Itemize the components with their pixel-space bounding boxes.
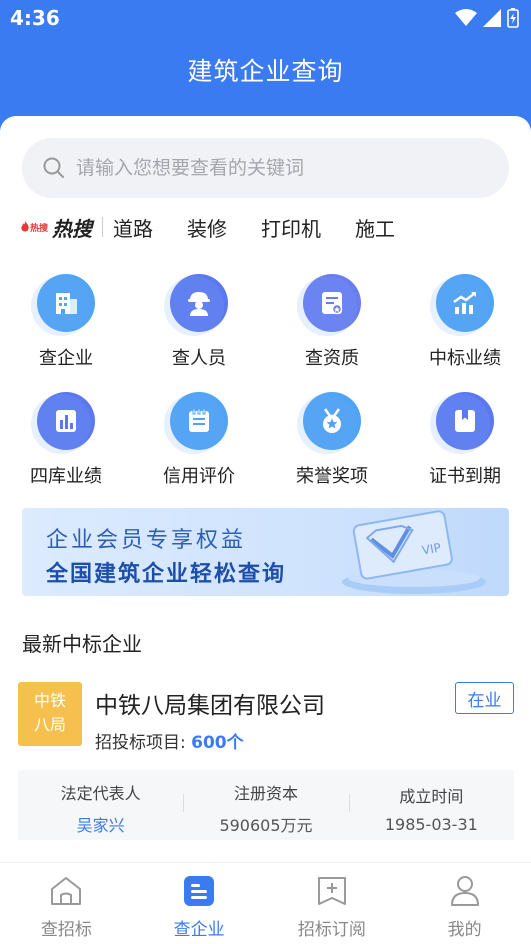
- company-card[interactable]: 中铁 八局 中铁八局集团有限公司 招投标项目: 600个 在业: [18, 682, 514, 772]
- hot-word[interactable]: 施工: [355, 213, 395, 242]
- info-value: 590605万元: [219, 816, 313, 835]
- enterprise-icon: [184, 876, 215, 906]
- user-icon: [450, 876, 479, 906]
- status-time: 4:36: [10, 6, 60, 30]
- banner-line2: 全国建筑企业轻松查询: [46, 562, 287, 587]
- tab-enterprise[interactable]: 查企业: [133, 863, 266, 944]
- certificate-icon: [297, 274, 361, 336]
- home-icon: [51, 877, 82, 905]
- info-value: 1985-03-31: [384, 815, 478, 834]
- search-icon: [43, 157, 64, 178]
- company-logo-line1: 中铁: [33, 691, 66, 710]
- info-label: 法定代表人: [60, 784, 141, 803]
- company-info-strip: 法定代表人 吴家兴 注册资本 590605万元 成立时间 1985-03-31: [18, 770, 514, 840]
- tab-mine[interactable]: 我的: [398, 863, 531, 944]
- flame-icon: [21, 221, 29, 232]
- feature-label: 查企业: [39, 348, 93, 369]
- feature-four-library[interactable]: 四库业绩: [11, 392, 121, 488]
- feature-query-enterprise[interactable]: 查企业: [11, 274, 121, 370]
- info-label: 成立时间: [399, 787, 464, 806]
- subscribe-icon: [317, 877, 346, 905]
- projects-label: 招投标项目:: [95, 733, 192, 753]
- search-bar[interactable]: [22, 138, 509, 198]
- feature-honors[interactable]: 荣誉奖项: [277, 392, 387, 488]
- vip-banner[interactable]: 企业会员专享权益 全国建筑企业轻松查询 VIP: [22, 508, 509, 596]
- tab-label: 招标订阅: [297, 920, 366, 940]
- vip-card-icon: VIP: [342, 510, 486, 594]
- hot-word[interactable]: 道路: [113, 213, 153, 242]
- main-card: 热搜 热搜 道路 装修 打印机 施工 查企业 查人员 查资质: [0, 116, 531, 944]
- feature-label: 四库业绩: [30, 466, 102, 487]
- company-projects: 招投标项目: 600个: [95, 728, 244, 753]
- info-capital: 注册资本 590605万元: [183, 770, 348, 840]
- wifi-icon: [455, 9, 477, 26]
- hot-logo-small: 热搜: [30, 223, 49, 234]
- notepad-icon: [164, 392, 228, 454]
- trend-chart-icon: [430, 274, 494, 336]
- status-badge: 在业: [455, 682, 514, 714]
- feature-cert-expiry[interactable]: 证书到期: [410, 392, 520, 488]
- feature-label: 中标业绩: [429, 348, 501, 369]
- hot-search-row: 热搜 热搜 道路 装修 打印机 施工: [20, 212, 429, 242]
- projects-count: 600个: [191, 733, 244, 753]
- tab-label: 我的: [447, 920, 482, 940]
- company-logo: 中铁 八局: [18, 682, 82, 746]
- book-icon: [430, 392, 494, 454]
- hot-divider: [102, 217, 104, 237]
- info-founded: 成立时间 1985-03-31: [348, 770, 514, 840]
- info-value[interactable]: 吴家兴: [18, 812, 183, 836]
- hot-word[interactable]: 打印机: [261, 213, 321, 242]
- search-input[interactable]: [76, 157, 476, 179]
- tab-label: 查企业: [173, 920, 225, 940]
- feature-query-personnel[interactable]: 查人员: [144, 274, 254, 370]
- tab-label: 查招标: [40, 920, 92, 940]
- medal-icon: [297, 392, 361, 454]
- info-label: 注册资本: [233, 784, 298, 803]
- info-legal-rep: 法定代表人 吴家兴: [18, 770, 183, 840]
- feature-label: 信用评价: [163, 466, 235, 487]
- tab-subscription[interactable]: 招标订阅: [266, 863, 399, 944]
- company-logo-line2: 八局: [33, 715, 66, 734]
- hot-word[interactable]: 装修: [187, 213, 227, 242]
- feature-query-qualification[interactable]: 查资质: [277, 274, 387, 370]
- feature-label: 查资质: [305, 348, 359, 369]
- feature-label: 荣誉奖项: [296, 466, 368, 487]
- worker-icon: [164, 274, 228, 336]
- building-icon: [31, 274, 95, 336]
- feature-credit-rating[interactable]: 信用评价: [144, 392, 254, 488]
- bottom-tab-bar: 查招标 查企业 招标订阅 我的: [0, 862, 531, 944]
- status-bar: 4:36: [0, 0, 531, 36]
- status-icons: [455, 8, 519, 28]
- battery-icon: [507, 8, 519, 28]
- feature-label: 查人员: [172, 348, 226, 369]
- section-title: 最新中标企业: [22, 632, 142, 656]
- bar-chart-icon: [31, 392, 95, 454]
- feature-bid-performance[interactable]: 中标业绩: [410, 274, 520, 370]
- company-name[interactable]: 中铁八局集团有限公司: [95, 686, 325, 720]
- page-title: 建筑企业查询: [187, 57, 344, 86]
- feature-label: 证书到期: [429, 466, 501, 487]
- signal-icon: [483, 9, 501, 27]
- banner-line1: 企业会员专享权益: [46, 528, 247, 553]
- hot-logo: 热搜: [20, 221, 48, 234]
- hot-logo-big: 热搜: [52, 216, 93, 241]
- tab-bid-search[interactable]: 查招标: [0, 863, 133, 944]
